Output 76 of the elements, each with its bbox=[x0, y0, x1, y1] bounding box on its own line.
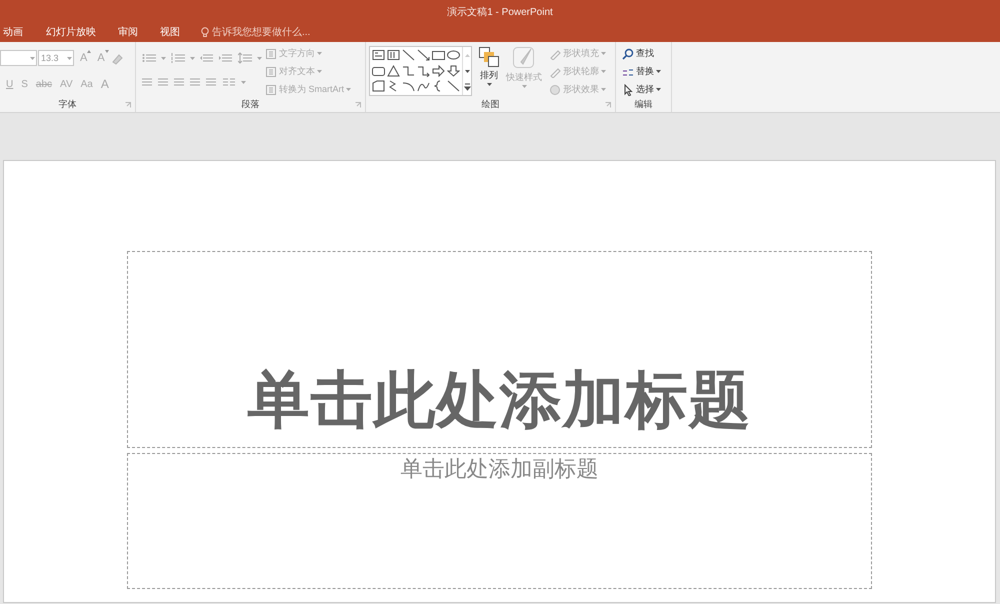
justify-icon bbox=[190, 76, 201, 88]
ellipse-icon[interactable] bbox=[447, 49, 460, 61]
clear-format-icon bbox=[110, 52, 123, 65]
subtitle-text: 单击此处添加副标题 bbox=[400, 455, 598, 483]
caret-icon bbox=[317, 70, 322, 73]
lightbulb-icon bbox=[201, 27, 209, 38]
brush-icon bbox=[512, 46, 536, 70]
arc-icon[interactable] bbox=[402, 80, 415, 92]
align-center-icon bbox=[158, 76, 169, 88]
ribbon-tab[interactable]: 视图 bbox=[159, 24, 181, 41]
title-text: 单击此处添加标题 bbox=[248, 365, 752, 437]
arrow-icon[interactable] bbox=[417, 49, 430, 61]
caret-icon bbox=[656, 70, 661, 73]
triangle-icon[interactable] bbox=[387, 64, 400, 77]
vertical-text-box-icon[interactable] bbox=[387, 49, 400, 61]
caret-icon bbox=[257, 56, 262, 60]
decrease-indent-icon bbox=[200, 52, 214, 64]
group-label: 字体 bbox=[58, 98, 76, 108]
caret-icon bbox=[656, 88, 661, 91]
search-icon bbox=[622, 48, 634, 60]
down-caret-icon bbox=[104, 50, 109, 53]
align-right-icon bbox=[174, 76, 185, 88]
window-title: 演示文稿1 - PowerPoint bbox=[447, 7, 553, 18]
ribbon-command[interactable]: 替换 bbox=[622, 64, 661, 79]
group-label: 段落 bbox=[242, 98, 260, 108]
shape-gallery[interactable] bbox=[369, 46, 472, 96]
line-spacing-icon bbox=[238, 52, 252, 64]
ribbon-command[interactable]: 查找 bbox=[622, 46, 661, 61]
curve-icon[interactable] bbox=[417, 80, 430, 92]
caret-icon bbox=[601, 52, 606, 55]
increase-indent-icon bbox=[219, 52, 233, 64]
tell-me-field[interactable]: 告诉我您想要做什么... bbox=[201, 25, 322, 40]
group-label: 绘图 bbox=[482, 98, 500, 108]
dialog-launcher-icon bbox=[355, 102, 361, 108]
caret-icon bbox=[190, 56, 195, 60]
font-name-field[interactable] bbox=[0, 50, 37, 66]
caret-icon bbox=[346, 88, 352, 91]
rectangle-icon[interactable] bbox=[432, 49, 445, 61]
columns-icon bbox=[222, 76, 236, 88]
caret-icon bbox=[317, 52, 322, 55]
ribbon-tab[interactable]: 审阅 bbox=[117, 24, 139, 41]
caret-icon bbox=[601, 88, 606, 91]
ribbon-tab[interactable]: 动画 bbox=[2, 24, 24, 41]
elbow-arrow-icon[interactable] bbox=[417, 64, 430, 77]
up-caret-icon bbox=[87, 50, 92, 53]
ribbon-tab[interactable]: 幻灯片放映 bbox=[45, 24, 97, 41]
caret-icon bbox=[522, 84, 526, 88]
line-icon[interactable] bbox=[402, 49, 415, 61]
dialog-launcher-icon bbox=[605, 102, 611, 108]
down-arrow-icon[interactable] bbox=[447, 64, 460, 77]
caret-icon bbox=[241, 80, 246, 84]
subtitle-placeholder[interactable]: 单击此处添加副标题 bbox=[127, 453, 872, 589]
group-label: 编辑 bbox=[634, 98, 652, 108]
caret-icon bbox=[67, 56, 72, 60]
ribbon-command[interactable]: 选择 bbox=[622, 82, 661, 97]
rounded-rectangle-icon[interactable] bbox=[372, 64, 385, 77]
cursor-icon bbox=[622, 84, 634, 96]
text-box-icon[interactable] bbox=[372, 49, 385, 61]
elbow-connector-icon[interactable] bbox=[402, 64, 415, 77]
caret-icon bbox=[601, 70, 606, 73]
arrange-button[interactable]: 排列 bbox=[478, 46, 500, 86]
pencil-icon bbox=[549, 66, 561, 78]
bullets-icon bbox=[142, 52, 156, 64]
caret-icon bbox=[486, 82, 492, 86]
line-icon[interactable] bbox=[447, 80, 460, 92]
caret-icon bbox=[30, 56, 35, 60]
numbering-icon bbox=[171, 52, 185, 64]
freeform-icon[interactable] bbox=[372, 80, 385, 92]
font-size-field[interactable]: 13.3 bbox=[38, 50, 74, 66]
dialog-launcher-icon bbox=[125, 102, 131, 108]
arrange-icon bbox=[478, 46, 500, 68]
align-left-icon bbox=[142, 76, 153, 88]
effects-icon bbox=[549, 84, 561, 96]
caret-icon bbox=[161, 56, 166, 60]
right-arrow-icon[interactable] bbox=[432, 64, 445, 77]
title-placeholder[interactable]: 单击此处添加标题 bbox=[127, 251, 872, 448]
